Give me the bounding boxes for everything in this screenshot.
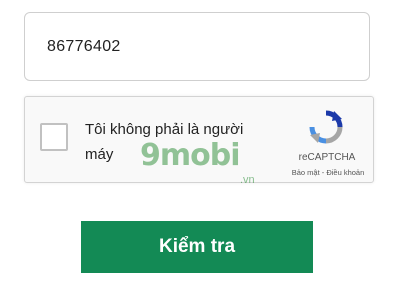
recaptcha-widget: Tôi không phải là người máy reCAPTCHA Bả… <box>24 96 374 183</box>
phone-number-value: 86776402 <box>47 37 121 55</box>
recaptcha-checkbox[interactable] <box>40 123 68 151</box>
recaptcha-brand: reCAPTCHA <box>298 152 356 163</box>
phone-number-input[interactable]: 86776402 <box>24 12 370 81</box>
recaptcha-label: Tôi không phải là người máy <box>85 121 244 163</box>
check-button[interactable]: Kiểm tra <box>81 221 313 273</box>
recaptcha-privacy-terms-link[interactable]: Bảo mật - Điều khoản <box>287 168 369 177</box>
recaptcha-logo-icon <box>309 110 343 144</box>
